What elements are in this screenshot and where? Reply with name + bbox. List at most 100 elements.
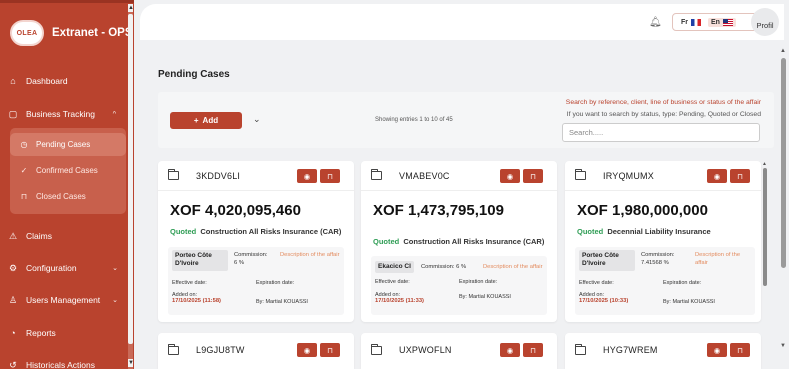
sidebar-item-configuration[interactable]: ⚙ Configuration ⌄ [0,257,128,279]
bell-icon[interactable]: 🔔︎ [649,17,662,28]
page-scrollbar-thumb[interactable] [781,58,786,268]
lock-icon: ⊓ [737,345,743,355]
close-case-button[interactable]: ⊓ [730,343,750,357]
entries-count: Showing entries 1 to 10 of 45 [375,117,453,123]
close-case-button[interactable]: ⊓ [730,169,750,183]
eye-icon: ◉ [506,345,514,355]
cards-scroll-up-icon[interactable]: ▲ [762,161,767,167]
sidebar-subitem-pending-cases[interactable]: ◷ Pending Cases [10,133,126,156]
folder-icon [371,344,382,355]
page-scroll-down-icon[interactable]: ▼ [780,343,786,349]
description-link[interactable]: Description of the affair [695,252,751,267]
chevron-up-icon: ^ [112,110,116,118]
case-details: Porteo Côte D'Ivoire Commission: 6 % Des… [168,247,344,315]
sidebar-item-label: Users Management [26,295,101,305]
card-header: IRYQMUMX ◉ ⊓ [565,161,761,191]
cards-scrollbar-thumb[interactable] [763,168,767,286]
case-reference: IRYQMUMX [603,171,654,181]
effective-date: Effective date: [579,280,614,286]
expiration-date: Expiration date: [256,280,295,286]
sidebar-subitem-label: Confirmed Cases [36,166,98,175]
commission: Commission: 6 % [234,252,268,267]
sidebar-scroll-down-icon[interactable]: ▼ [128,359,134,367]
eye-icon: ◉ [303,171,311,181]
case-reference: VMABEV0C [399,171,450,181]
view-case-button[interactable]: ◉ [707,343,727,357]
case-amount: XOF 1,473,795,109 [373,202,504,219]
case-reference: UXPWOFLN [399,345,452,355]
sidebar-subitem-closed-cases[interactable]: ⊓ Closed Cases [10,185,126,208]
history-icon: ↺ [9,359,17,369]
chevron-down-icon: ⌄ [112,265,118,272]
sidebar-item-label: Claims [26,231,52,241]
sidebar-subitem-confirmed-cases[interactable]: ✓ Confirmed Cases [10,159,126,182]
close-case-button[interactable]: ⊓ [523,343,543,357]
commission: Commission: 6 % [421,264,466,272]
folder-icon [575,169,586,180]
case-line-of-business: Quoted Construction All Risks Insurance … [373,237,544,246]
view-case-button[interactable]: ◉ [297,343,317,357]
clock-icon: ◷ [20,140,28,149]
card-header: HYG7WREM ◉ ⊓ [565,333,761,363]
olea-logo: OLEA [10,20,44,46]
case-amount: XOF 4,020,095,460 [170,202,301,219]
added-date: 17/10/2025 (11:58) [172,298,221,304]
view-case-button[interactable]: ◉ [707,169,727,183]
expiration-date: Expiration date: [663,280,702,286]
case-card[interactable]: L9GJU8TW ◉ ⊓ [158,333,354,369]
case-details: Ekacico CI Commission: 6 % Description o… [371,256,547,315]
lob-name: Construction All Risks Insurance (CAR) [200,227,342,236]
case-line-of-business: Quoted Decennial Liability Insurance [577,227,711,236]
close-case-button[interactable]: ⊓ [320,169,340,183]
case-card[interactable]: 3KDDV6LI ◉ ⊓ XOF 4,020,095,460 Quoted Co… [158,161,354,322]
sidebar-item-claims[interactable]: ⚠ Claims [0,225,128,247]
france-flag-icon [691,18,701,26]
toolbar: + Add ⌄ Showing entries 1 to 10 of 45 Se… [158,92,774,148]
close-case-button[interactable]: ⊓ [523,169,543,183]
sidebar-item-reports[interactable]: ◔ Reports [0,322,128,344]
case-card[interactable]: UXPWOFLN ◉ ⊓ [361,333,557,369]
sidebar-scrollbar-thumb[interactable] [128,14,133,344]
sidebar-item-users-management[interactable]: ♙ Users Management ⌄ [0,289,128,311]
eye-icon: ◉ [713,345,721,355]
sidebar-item-label: Configuration [26,263,77,273]
lang-en-button[interactable]: En [708,17,736,27]
search-input[interactable] [562,123,760,142]
lock-icon: ⊓ [530,345,536,355]
page-scroll-up-icon[interactable]: ▲ [780,48,786,54]
brand[interactable]: OLEA Extranet - OPS [10,20,133,46]
lob-name: Decennial Liability Insurance [607,227,711,236]
sidebar-item-dashboard[interactable]: ⌂ Dashboard [0,70,128,92]
lang-en-label: En [711,18,720,26]
sidebar-subitem-label: Pending Cases [36,140,91,149]
card-header: UXPWOFLN ◉ ⊓ [361,333,557,363]
description-link[interactable]: Description of the affair [483,264,553,272]
status-badge: Quoted [170,227,197,236]
chevron-down-icon[interactable]: ⌄ [253,114,261,125]
add-case-button[interactable]: + Add [170,112,242,129]
sidebar-scroll-up-icon[interactable]: ▲ [128,4,134,12]
added-on: Added on: 17/10/2025 (10:33) [579,292,628,304]
view-case-button[interactable]: ◉ [500,343,520,357]
clipboard-icon: ▢ [8,108,18,119]
sidebar-item-business-tracking[interactable]: ▢ Business Tracking ^ [0,103,128,125]
description-link[interactable]: Description of the affair [280,252,340,260]
case-line-of-business: Quoted Construction All Risks Insurance … [170,227,341,236]
added-by: By: Martial KOUASSI [663,299,715,305]
case-card[interactable]: VMABEV0C ◉ ⊓ XOF 1,473,795,109 Quoted Co… [361,161,557,322]
case-card[interactable]: HYG7WREM ◉ ⊓ [565,333,761,369]
sidebar-subitem-label: Closed Cases [36,192,86,201]
lock-icon: ⊓ [20,192,28,201]
case-card[interactable]: IRYQMUMX ◉ ⊓ XOF 1,980,000,000 Quoted De… [565,161,761,322]
lang-fr-button[interactable]: Fr [678,18,704,27]
close-case-button[interactable]: ⊓ [320,343,340,357]
sidebar-item-historicals-actions[interactable]: ↺ Historicals Actions [0,354,128,369]
case-details: Porteo Côte D'Ivoire Commission: 7.41568… [575,247,755,315]
commission-label: Commission: [234,252,268,258]
view-case-button[interactable]: ◉ [297,169,317,183]
status-badge: Quoted [577,227,604,236]
lock-icon: ⊓ [530,171,536,181]
view-case-button[interactable]: ◉ [500,169,520,183]
usa-flag-icon [722,18,733,26]
profile-avatar[interactable]: Profil [751,8,779,36]
